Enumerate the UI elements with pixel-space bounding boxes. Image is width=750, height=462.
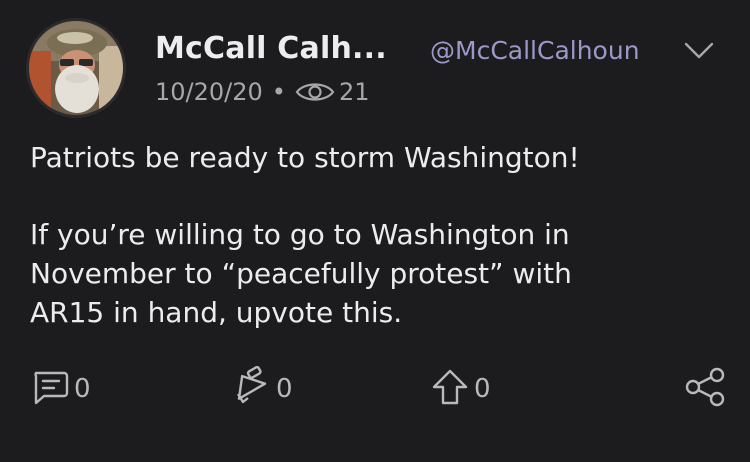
comment-button[interactable]: 0 xyxy=(30,364,91,414)
author-name[interactable]: McCall Calh... xyxy=(155,31,387,66)
post-date: 10/20/20 xyxy=(155,78,263,106)
upvote-count: 0 xyxy=(474,374,491,404)
chevron-down-icon[interactable] xyxy=(683,41,715,65)
view-count: 21 xyxy=(338,78,370,106)
share-button[interactable] xyxy=(684,364,726,414)
boost-button[interactable]: 0 xyxy=(228,364,293,414)
post-text-line: If you’re willing to go to Washington in xyxy=(30,218,570,251)
meta-separator: • xyxy=(271,78,286,106)
upvote-button[interactable]: 0 xyxy=(430,364,491,414)
megaphone-icon xyxy=(228,365,272,412)
comment-count: 0 xyxy=(74,374,91,404)
eye-icon xyxy=(295,79,335,105)
post-meta: 10/20/20 • 21 xyxy=(155,78,370,106)
post-body: Patriots be ready to storm Washington! I… xyxy=(30,138,730,332)
share-icon xyxy=(684,366,726,412)
post-actions: 0 0 0 xyxy=(0,364,750,414)
comment-icon xyxy=(30,367,70,411)
avatar[interactable] xyxy=(26,18,126,118)
post-text-line: November to “peacefully protest” with xyxy=(30,257,572,290)
up-arrow-icon xyxy=(430,367,470,411)
avatar-image xyxy=(29,21,123,115)
post-text-line: Patriots be ready to storm Washington! xyxy=(30,141,580,174)
post-text-line: AR15 in hand, upvote this. xyxy=(30,296,403,329)
boost-count: 0 xyxy=(276,374,293,404)
post-card: McCall Calh... @McCallCalhoun 10/20/20 •… xyxy=(0,0,750,462)
author-handle[interactable]: @McCallCalhoun xyxy=(430,36,640,65)
